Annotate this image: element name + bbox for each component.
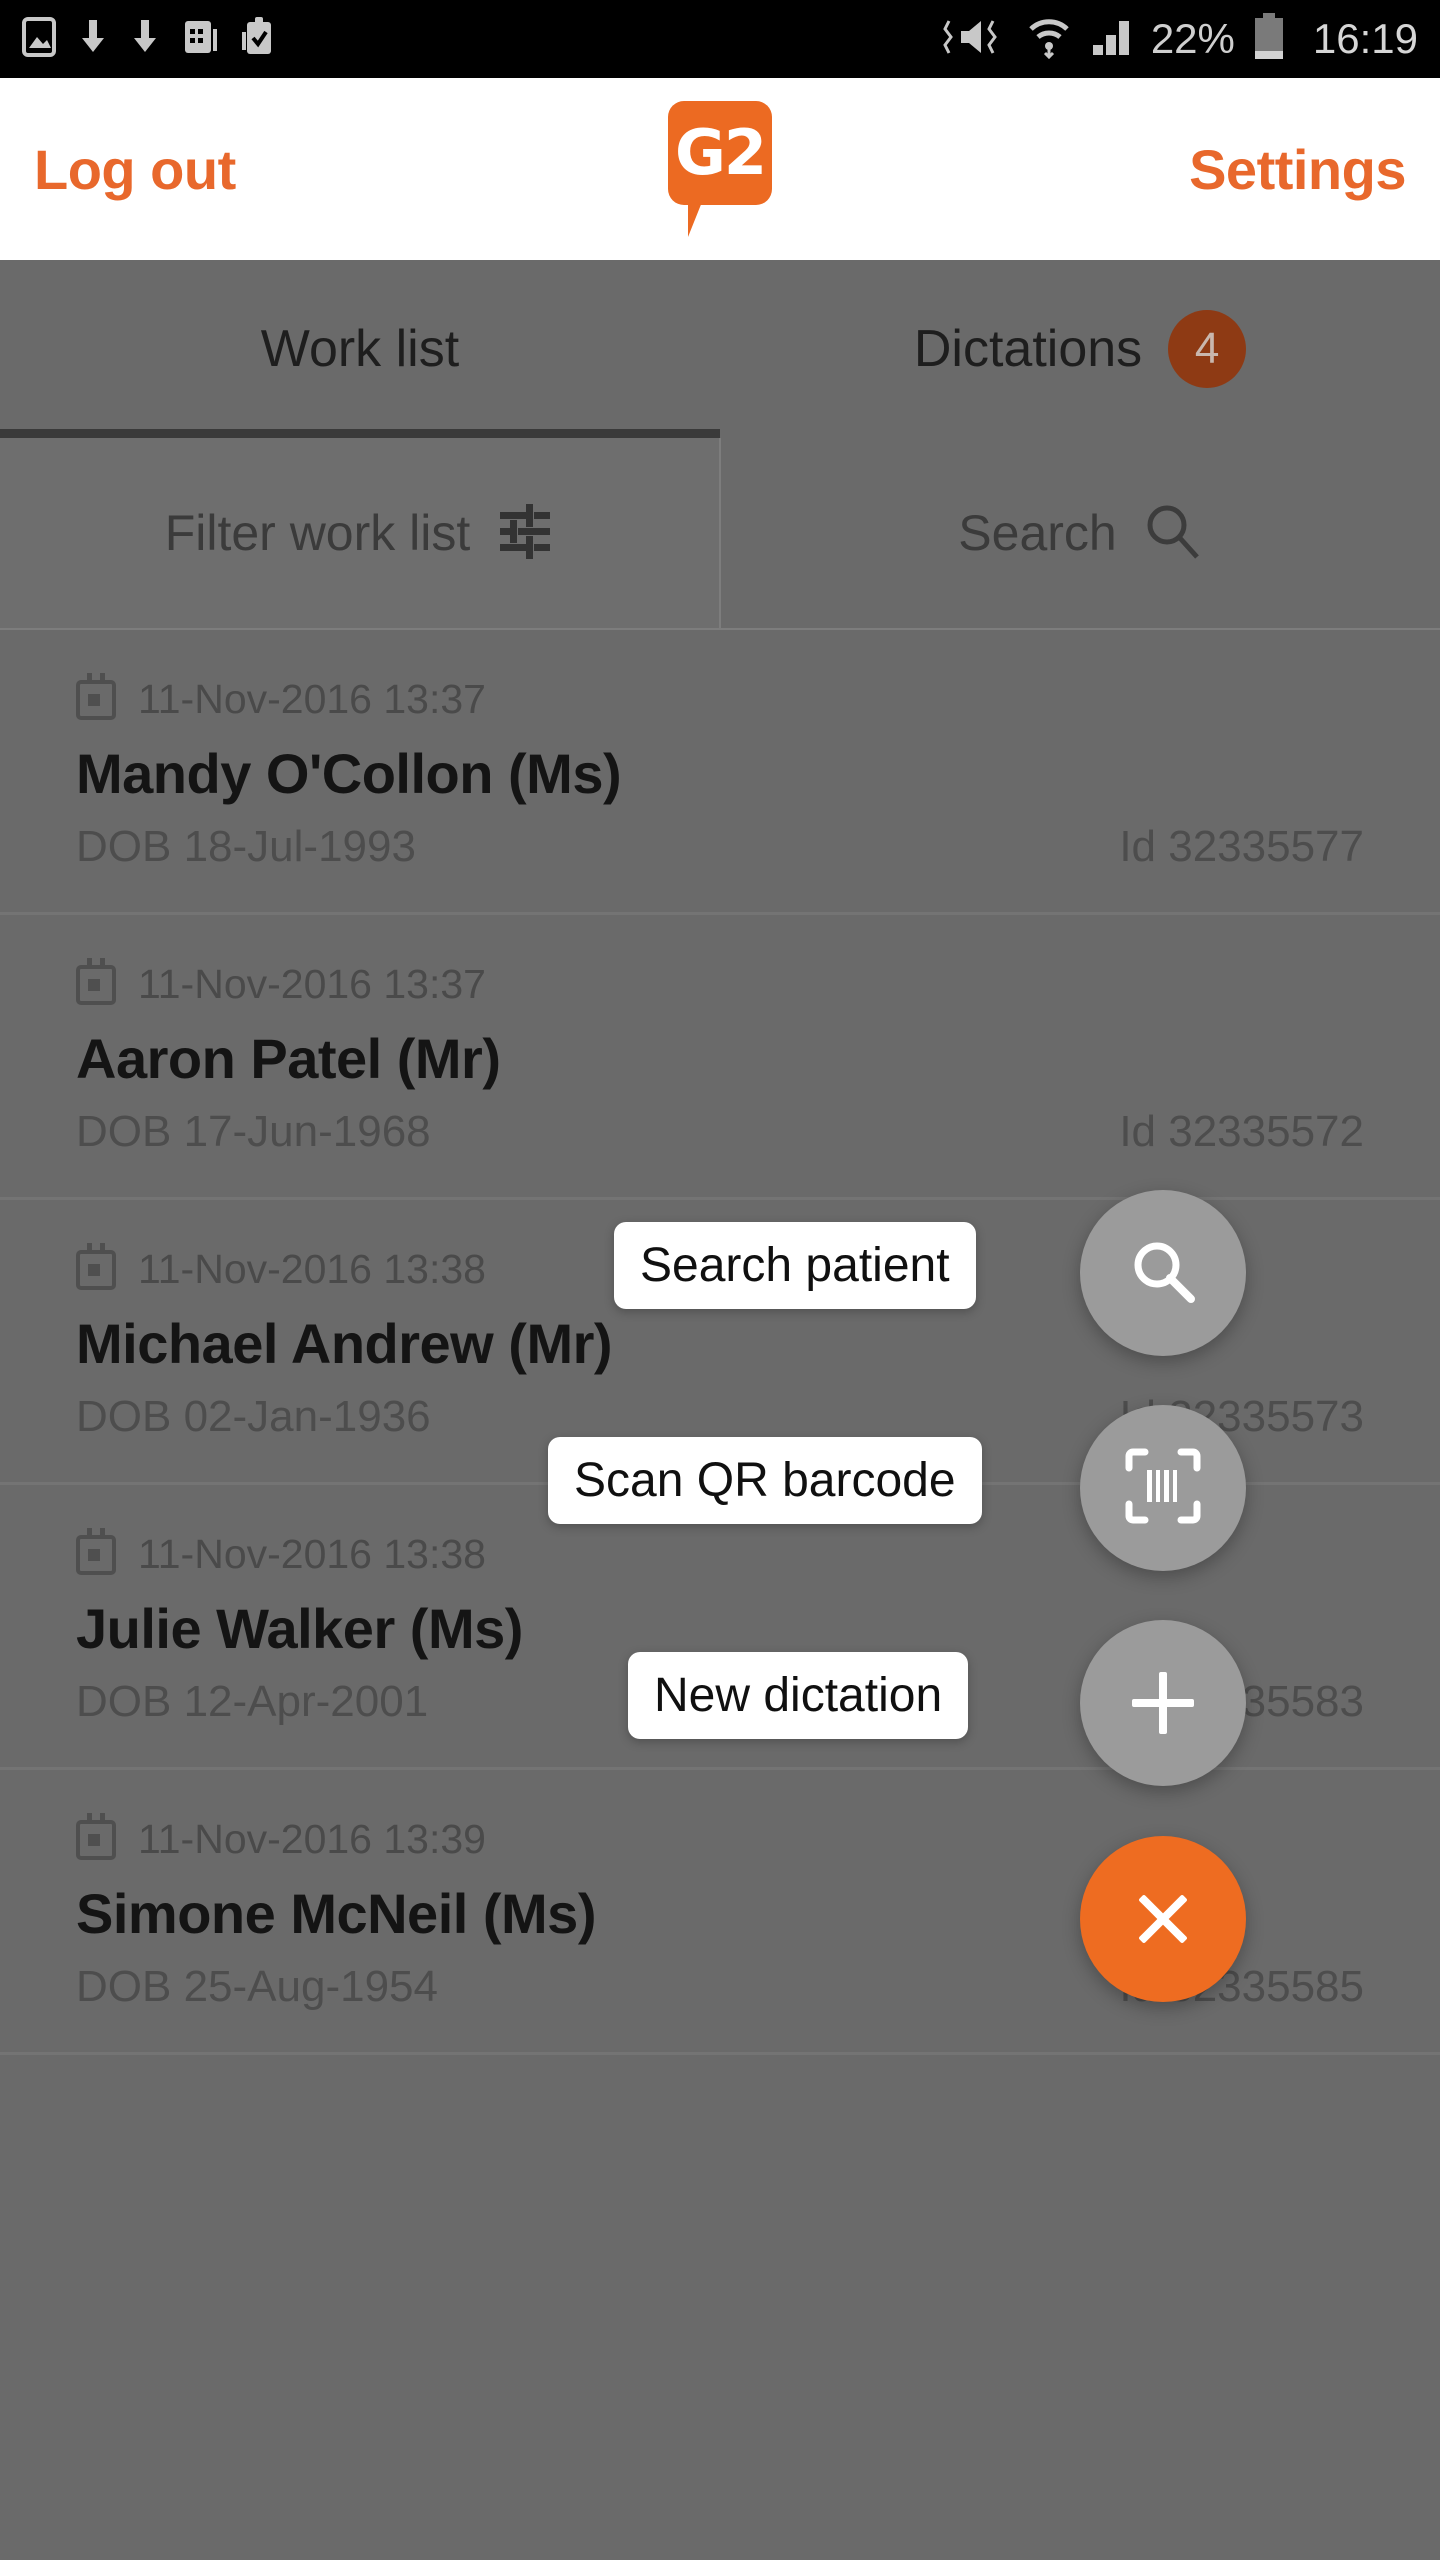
row-date-group: 11-Nov-2016 13:37 (76, 672, 1364, 723)
row-date: 11-Nov-2016 13:37 (138, 961, 486, 1007)
vibrate-mute-icon (943, 15, 1009, 64)
dictations-count-badge: 4 (1168, 310, 1247, 388)
fab-scan-qr-barcode[interactable] (1080, 1405, 1246, 1571)
status-bar: 22% 16:19 (0, 0, 1440, 78)
patient-id: Id 32335572 (1119, 1107, 1364, 1156)
patient-dob: DOB 25-Aug-1954 (76, 1962, 438, 2011)
calendar-icon (76, 1527, 116, 1575)
search-label: Search (958, 505, 1117, 561)
tooltip-scan-qr-barcode: Scan QR barcode (548, 1437, 982, 1524)
settings-button[interactable]: Settings (1189, 137, 1406, 202)
active-tab-indicator (0, 429, 720, 438)
app-header: Log out G2 Settings (0, 78, 1440, 260)
filter-work-list-label: Filter work list (164, 505, 471, 561)
patient-dob: DOB 12-Apr-2001 (76, 1677, 429, 1726)
calendar-icon (76, 1242, 116, 1290)
tab-dictations[interactable]: Dictations 4 (720, 260, 1440, 438)
row-date: 11-Nov-2016 13:38 (138, 1246, 486, 1292)
magnifier-icon (1143, 501, 1203, 566)
patient-name: Aaron Patel (Mr) (76, 1027, 501, 1090)
close-icon (1132, 1888, 1194, 1950)
g2-logo: G2 (660, 101, 780, 237)
table-row[interactable]: 11-Nov-2016 13:37 Mandy O'Collon (Ms) DO… (0, 630, 1440, 915)
download-icon (130, 18, 160, 61)
main-content: Work list Dictations 4 Filter work list (0, 260, 1440, 2560)
calendar-icon (76, 1812, 116, 1860)
tab-dictations-label: Dictations (913, 320, 1143, 378)
clipboard-check-icon (242, 16, 276, 63)
work-list: 11-Nov-2016 13:37 Mandy O'Collon (Ms) DO… (0, 630, 1440, 2055)
search-button[interactable]: Search (721, 438, 1440, 628)
tab-work-list[interactable]: Work list (0, 260, 720, 438)
row-date: 11-Nov-2016 13:37 (138, 676, 486, 722)
calendar-app-icon (182, 17, 220, 62)
calendar-icon (76, 957, 116, 1005)
plus-icon (1132, 1672, 1194, 1734)
sliders-icon (496, 502, 554, 565)
patient-id: Id 32335577 (1119, 822, 1364, 871)
cellular-signal-icon (1089, 15, 1135, 64)
fab-close-speed-dial[interactable] (1080, 1836, 1246, 2002)
row-date: 11-Nov-2016 13:39 (138, 1816, 486, 1862)
image-icon (22, 16, 56, 62)
battery-percent-label: 22% (1150, 15, 1235, 62)
magnifier-icon (1127, 1235, 1199, 1312)
row-meta: DOB 18-Jul-1993 Id 32335577 (76, 822, 1364, 872)
fab-new-dictation[interactable] (1080, 1620, 1246, 1786)
app-screen: 22% 16:19 Log out G2 Settings Work list … (0, 0, 1440, 2560)
patient-dob: DOB 18-Jul-1993 (76, 822, 416, 871)
download-icon (78, 18, 108, 61)
logo-text: G2 (674, 116, 767, 189)
status-bar-right-icons: 22% 16:19 (943, 12, 1418, 66)
wifi-icon (1025, 15, 1073, 64)
row-date-group: 11-Nov-2016 13:37 (76, 957, 1364, 1008)
status-bar-clock: 16:19 (1312, 15, 1418, 62)
table-row[interactable]: 11-Nov-2016 13:37 Aaron Patel (Mr) DOB 1… (0, 915, 1440, 1200)
fab-search-patient[interactable] (1080, 1190, 1246, 1356)
calendar-icon (76, 672, 116, 720)
logout-button[interactable]: Log out (34, 137, 236, 202)
battery-icon (1251, 12, 1287, 66)
row-date: 11-Nov-2016 13:38 (138, 1531, 486, 1577)
patient-name: Mandy O'Collon (Ms) (76, 742, 622, 805)
barcode-scan-icon (1123, 1446, 1203, 1531)
patient-dob: DOB 17-Jun-1968 (76, 1107, 431, 1156)
tab-work-list-label: Work list (260, 320, 460, 378)
patient-dob: DOB 02-Jan-1936 (76, 1392, 431, 1441)
tab-bar: Work list Dictations 4 (0, 260, 1440, 438)
filter-work-list-button[interactable]: Filter work list (0, 438, 721, 628)
filter-search-bar: Filter work list Search (0, 438, 1440, 630)
tooltip-new-dictation: New dictation (628, 1652, 969, 1739)
logo-bubble: G2 (668, 101, 772, 205)
row-meta: DOB 17-Jun-1968 Id 32335572 (76, 1107, 1364, 1157)
tooltip-search-patient: Search patient (614, 1222, 976, 1309)
status-bar-left-icons (22, 16, 276, 63)
